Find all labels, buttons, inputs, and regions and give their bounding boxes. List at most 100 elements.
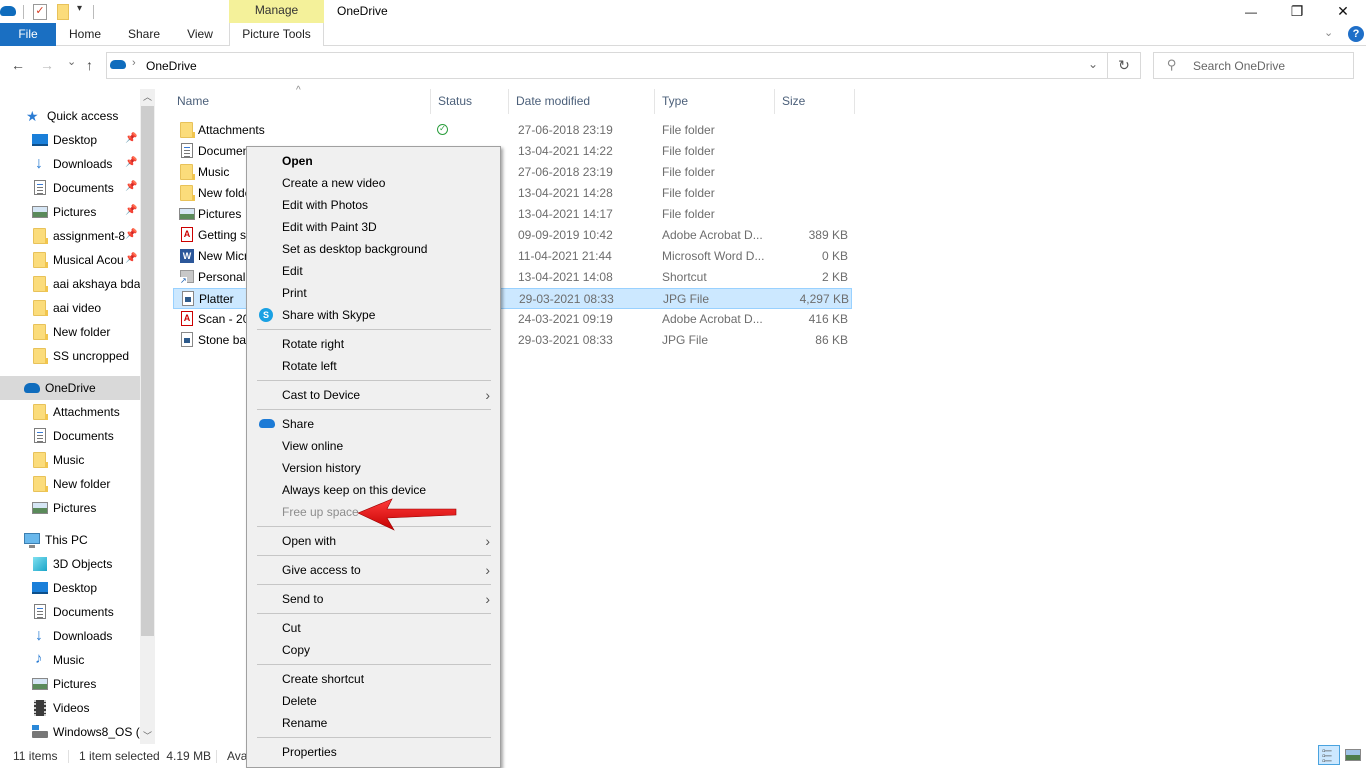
sidebar-item-pictures[interactable]: Pictures 📌	[0, 200, 140, 224]
pin-icon[interactable]: 📌	[125, 205, 137, 216]
sidebar-item-assignment[interactable]: assignment-8 📌	[0, 224, 140, 248]
recent-locations-button[interactable]: ⌄	[67, 55, 76, 68]
sidebar-scroll-thumb[interactable]	[141, 106, 154, 636]
menu-item-share-with-skype[interactable]: S Share with Skype	[249, 304, 498, 326]
menu-item-rotate-left[interactable]: Rotate left	[249, 355, 498, 377]
menu-item-label: Rotate left	[282, 359, 337, 373]
pin-icon[interactable]: 📌	[125, 133, 137, 144]
sidebar-item-od-attachments[interactable]: Attachments	[0, 400, 140, 424]
file-type: JPG File	[663, 292, 710, 306]
sidebar-item-label: Pictures	[53, 205, 97, 219]
menu-item-open-with[interactable]: Open with ›	[249, 530, 498, 552]
desktop-icon	[32, 132, 48, 148]
sidebar-item-onedrive[interactable]: OneDrive	[0, 376, 140, 400]
menu-item-create-a-new-video[interactable]: Create a new video	[249, 172, 498, 194]
sidebar-item-pc-drive-c[interactable]: Windows8_OS (C:)	[0, 720, 140, 744]
up-button[interactable]: ↑	[86, 57, 93, 73]
column-header-date[interactable]: Date modified	[509, 89, 655, 114]
customize-qat-icon[interactable]: ▾	[77, 3, 82, 14]
tab-home[interactable]: Home	[60, 23, 110, 46]
menu-item-copy[interactable]: Copy	[249, 639, 498, 661]
menu-item-edit-with-paint-3d[interactable]: Edit with Paint 3D	[249, 216, 498, 238]
tab-share[interactable]: Share	[120, 23, 168, 46]
search-input[interactable]: ⚲ Search OneDrive	[1153, 52, 1354, 79]
pin-icon[interactable]: 📌	[125, 253, 137, 264]
sidebar-item-aai-video[interactable]: aai video	[0, 296, 140, 320]
sidebar-item-pc-documents[interactable]: Documents	[0, 600, 140, 624]
tab-view[interactable]: View	[178, 23, 222, 46]
sidebar-item-label: Musical Acou	[53, 253, 124, 267]
file-row[interactable]: Attachments ✓ 27-06-2018 23:19 File folder	[173, 120, 852, 141]
close-button[interactable]: ✕	[1320, 0, 1366, 23]
sidebar-item-ss-uncropped[interactable]: SS uncropped	[0, 344, 140, 368]
pin-icon[interactable]: 📌	[125, 157, 137, 168]
maximize-button[interactable]: ❐	[1274, 0, 1320, 23]
menu-item-give-access-to[interactable]: Give access to ›	[249, 559, 498, 581]
details-view-button[interactable]: ▫─ ▫─ ▫─	[1318, 745, 1340, 767]
sidebar-item-pc-downloads[interactable]: ↓ Downloads	[0, 624, 140, 648]
pin-icon[interactable]: 📌	[125, 181, 137, 192]
forward-button[interactable]: →	[40, 57, 54, 73]
sidebar-item-od-documents[interactable]: Documents	[0, 424, 140, 448]
properties-qat-icon[interactable]: ✓	[33, 4, 47, 20]
sidebar-item-od-music[interactable]: Music	[0, 448, 140, 472]
sidebar-item-pc-videos[interactable]: Videos	[0, 696, 140, 720]
menu-item-share[interactable]: Share	[249, 413, 498, 435]
sidebar-item-new-folder[interactable]: New folder	[0, 320, 140, 344]
menu-item-open[interactable]: Open	[249, 150, 498, 172]
menu-item-set-as-desktop-background[interactable]: Set as desktop background	[249, 238, 498, 260]
manage-contextual-tab[interactable]: Manage	[229, 0, 324, 23]
sidebar-scrollbar[interactable]: ︿ ﹀	[140, 89, 155, 744]
column-header-name[interactable]: Name	[170, 89, 431, 114]
menu-item-create-shortcut[interactable]: Create shortcut	[249, 668, 498, 690]
tab-picture-tools[interactable]: Picture Tools	[229, 23, 324, 46]
menu-item-edit-with-photos[interactable]: Edit with Photos	[249, 194, 498, 216]
sidebar-item-musical[interactable]: Musical Acou 📌	[0, 248, 140, 272]
sidebar-item-od-new-folder[interactable]: New folder	[0, 472, 140, 496]
sidebar-item-pc-pictures[interactable]: Pictures	[0, 672, 140, 696]
scroll-down-icon[interactable]: ﹀	[143, 729, 152, 742]
sidebar-item-od-pictures[interactable]: Pictures	[0, 496, 140, 520]
help-icon[interactable]: ?	[1348, 26, 1364, 42]
new-folder-qat-icon[interactable]	[57, 4, 69, 20]
sidebar-item-this-pc[interactable]: This PC	[0, 528, 140, 552]
menu-item-cut[interactable]: Cut	[249, 617, 498, 639]
minimize-button[interactable]: —	[1228, 0, 1274, 23]
menu-item-delete[interactable]: Delete	[249, 690, 498, 712]
expand-ribbon-icon[interactable]: ⌄	[1324, 26, 1333, 39]
qat-separator	[93, 5, 94, 19]
menu-item-rotate-right[interactable]: Rotate right	[249, 333, 498, 355]
sidebar-item-3d-objects[interactable]: 3D Objects	[0, 552, 140, 576]
pin-icon[interactable]: 📌	[125, 229, 137, 240]
tab-file[interactable]: File	[0, 23, 56, 46]
sidebar-item-pc-music[interactable]: ♪ Music	[0, 648, 140, 672]
sidebar-item-documents[interactable]: Documents 📌	[0, 176, 140, 200]
address-bar[interactable]: › OneDrive ⌄	[106, 52, 1108, 79]
sidebar-item-quick-access[interactable]: ★ Quick access	[0, 104, 140, 128]
menu-item-label: Cut	[282, 621, 301, 635]
menu-item-rename[interactable]: Rename	[249, 712, 498, 734]
sidebar-item-pc-desktop[interactable]: Desktop	[0, 576, 140, 600]
menu-item-view-online[interactable]: View online	[249, 435, 498, 457]
column-header-type[interactable]: Type	[655, 89, 775, 114]
scroll-up-icon[interactable]: ︿	[143, 90, 152, 103]
menu-item-properties[interactable]: Properties	[249, 741, 498, 763]
sidebar-item-desktop[interactable]: Desktop 📌	[0, 128, 140, 152]
menu-item-cast-to-device[interactable]: Cast to Device ›	[249, 384, 498, 406]
refresh-button[interactable]: ↻	[1108, 52, 1141, 79]
menu-item-print[interactable]: Print	[249, 282, 498, 304]
menu-item-send-to[interactable]: Send to ›	[249, 588, 498, 610]
column-header-size[interactable]: Size	[775, 89, 855, 114]
sidebar-item-downloads[interactable]: ↓ Downloads 📌	[0, 152, 140, 176]
breadcrumb-onedrive[interactable]: OneDrive	[146, 59, 197, 73]
large-icons-view-button[interactable]	[1342, 745, 1364, 765]
menu-item-edit[interactable]: Edit	[249, 260, 498, 282]
menu-item-label: Share	[282, 417, 315, 431]
column-header-status[interactable]: Status	[431, 89, 509, 114]
breadcrumb-chevron-icon[interactable]: ›	[132, 57, 136, 69]
sidebar-item-label: New folder	[53, 477, 111, 491]
address-dropdown-icon[interactable]: ⌄	[1088, 57, 1098, 71]
sidebar-item-aai-akshaya[interactable]: aai akshaya bday	[0, 272, 140, 296]
menu-item-version-history[interactable]: Version history	[249, 457, 498, 479]
back-button[interactable]: ←	[11, 57, 25, 73]
